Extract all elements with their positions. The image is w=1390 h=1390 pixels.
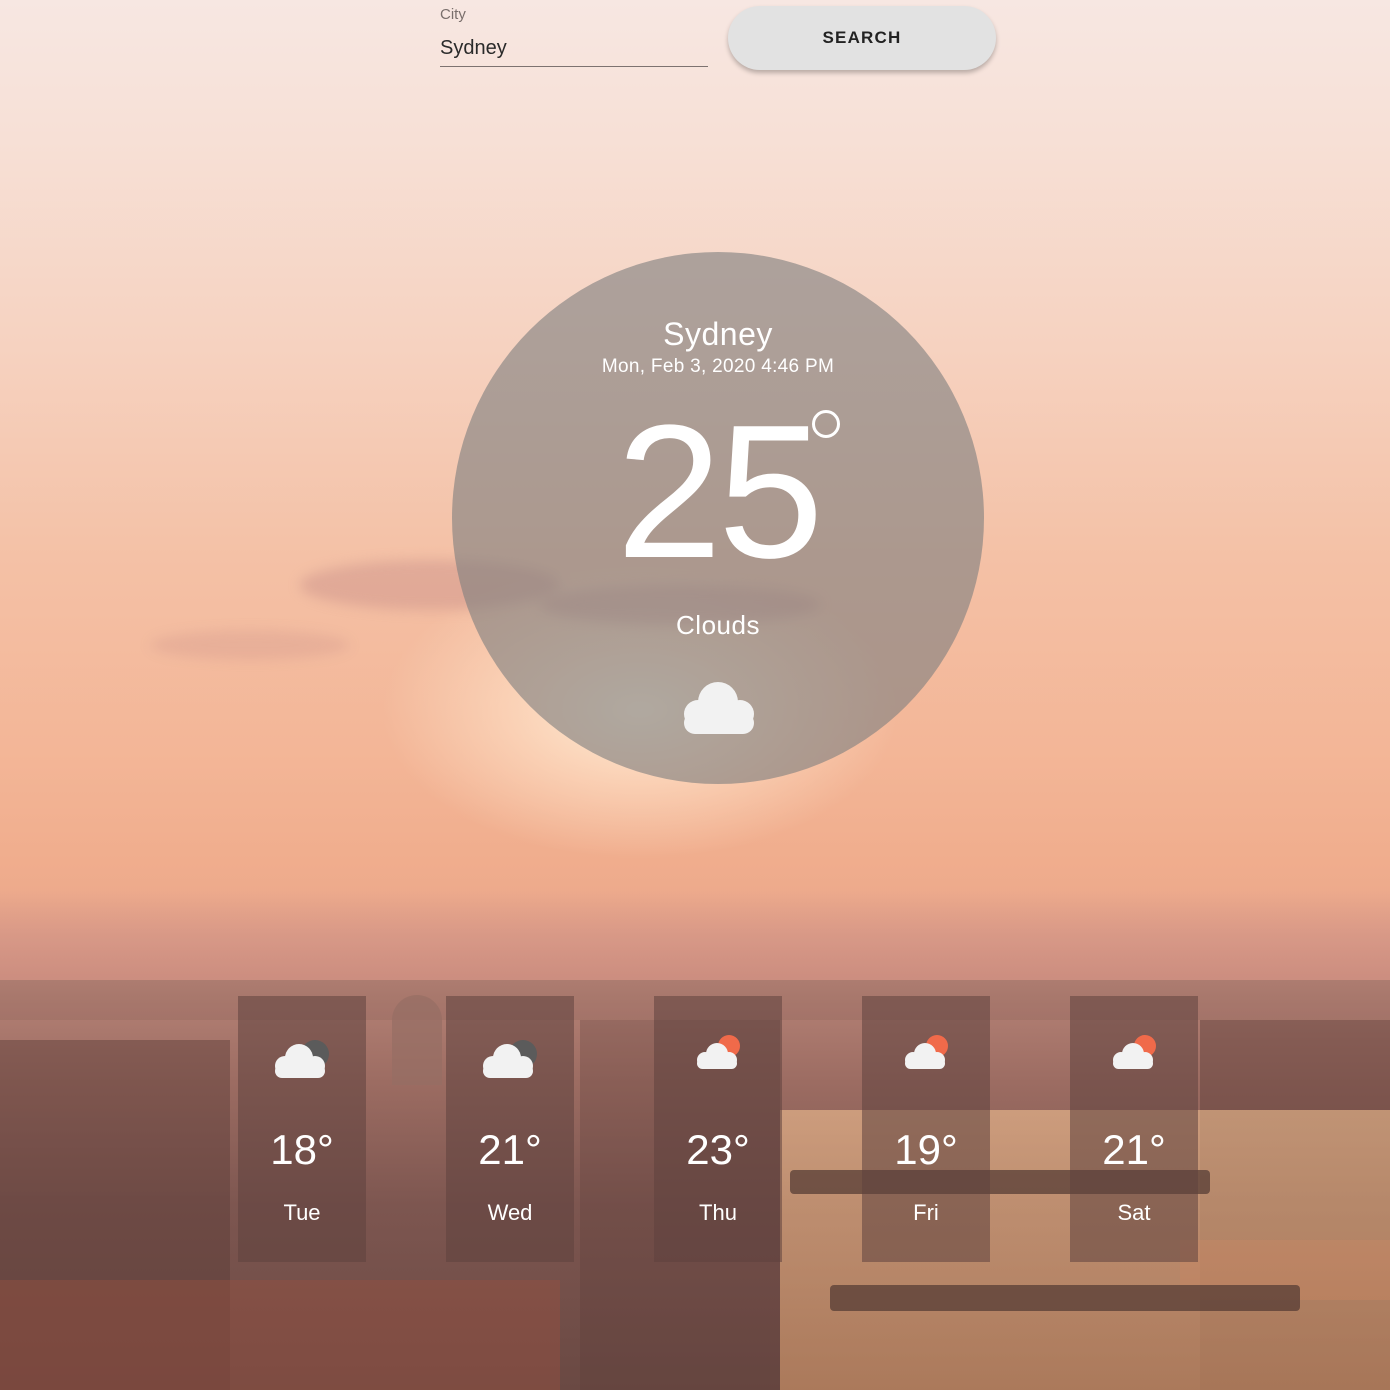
forecast-day: Thu [699, 1200, 737, 1225]
cloud-sun-icon [1113, 1035, 1156, 1069]
cloud-sun-icon [905, 1035, 948, 1069]
current-condition: Clouds [676, 610, 760, 640]
forecast-temp: 21° [1102, 1126, 1166, 1173]
cloud-icon [684, 682, 754, 734]
current-datetime: Mon, Feb 3, 2020 4:46 PM [601, 356, 835, 377]
forecast-temp: 19° [894, 1126, 958, 1173]
forecast-card-thu: 23° Thu [654, 996, 782, 1262]
forecast-day: Tue [283, 1200, 321, 1225]
forecast-temp: 18° [270, 1126, 334, 1173]
bridge [830, 1285, 1300, 1311]
current-city: Sydney [663, 316, 773, 352]
city-search-field: City [440, 0, 710, 72]
city-field-label: City [440, 6, 466, 23]
forecast-day: Sat [1117, 1200, 1151, 1225]
cloud-sun-icon [697, 1035, 740, 1069]
forecast-card-tue: 18° Tue [238, 996, 366, 1262]
forecast-card-wed: 21° Wed [446, 996, 574, 1262]
cloud-moon-icon [275, 1040, 329, 1078]
cathedral-dome [392, 995, 442, 1085]
cloud-moon-icon [483, 1040, 537, 1078]
cloud-streak [150, 630, 350, 660]
search-button[interactable]: SEARCH [728, 6, 996, 70]
forecast-temp: 23° [686, 1126, 750, 1173]
current-weather-panel: Sydney Mon, Feb 3, 2020 4:46 PM 25 Cloud… [452, 252, 984, 784]
forecast-card-fri: 19° Fri [862, 996, 990, 1262]
forecast-temp: 21° [478, 1126, 542, 1173]
forecast-card-sat: 21° Sat [1070, 996, 1198, 1262]
city-input[interactable] [440, 30, 708, 67]
forecast-day: Wed [487, 1200, 533, 1225]
current-temperature: 25 [616, 386, 823, 598]
forecast-day: Fri [913, 1200, 939, 1225]
degree-symbol [812, 410, 840, 438]
